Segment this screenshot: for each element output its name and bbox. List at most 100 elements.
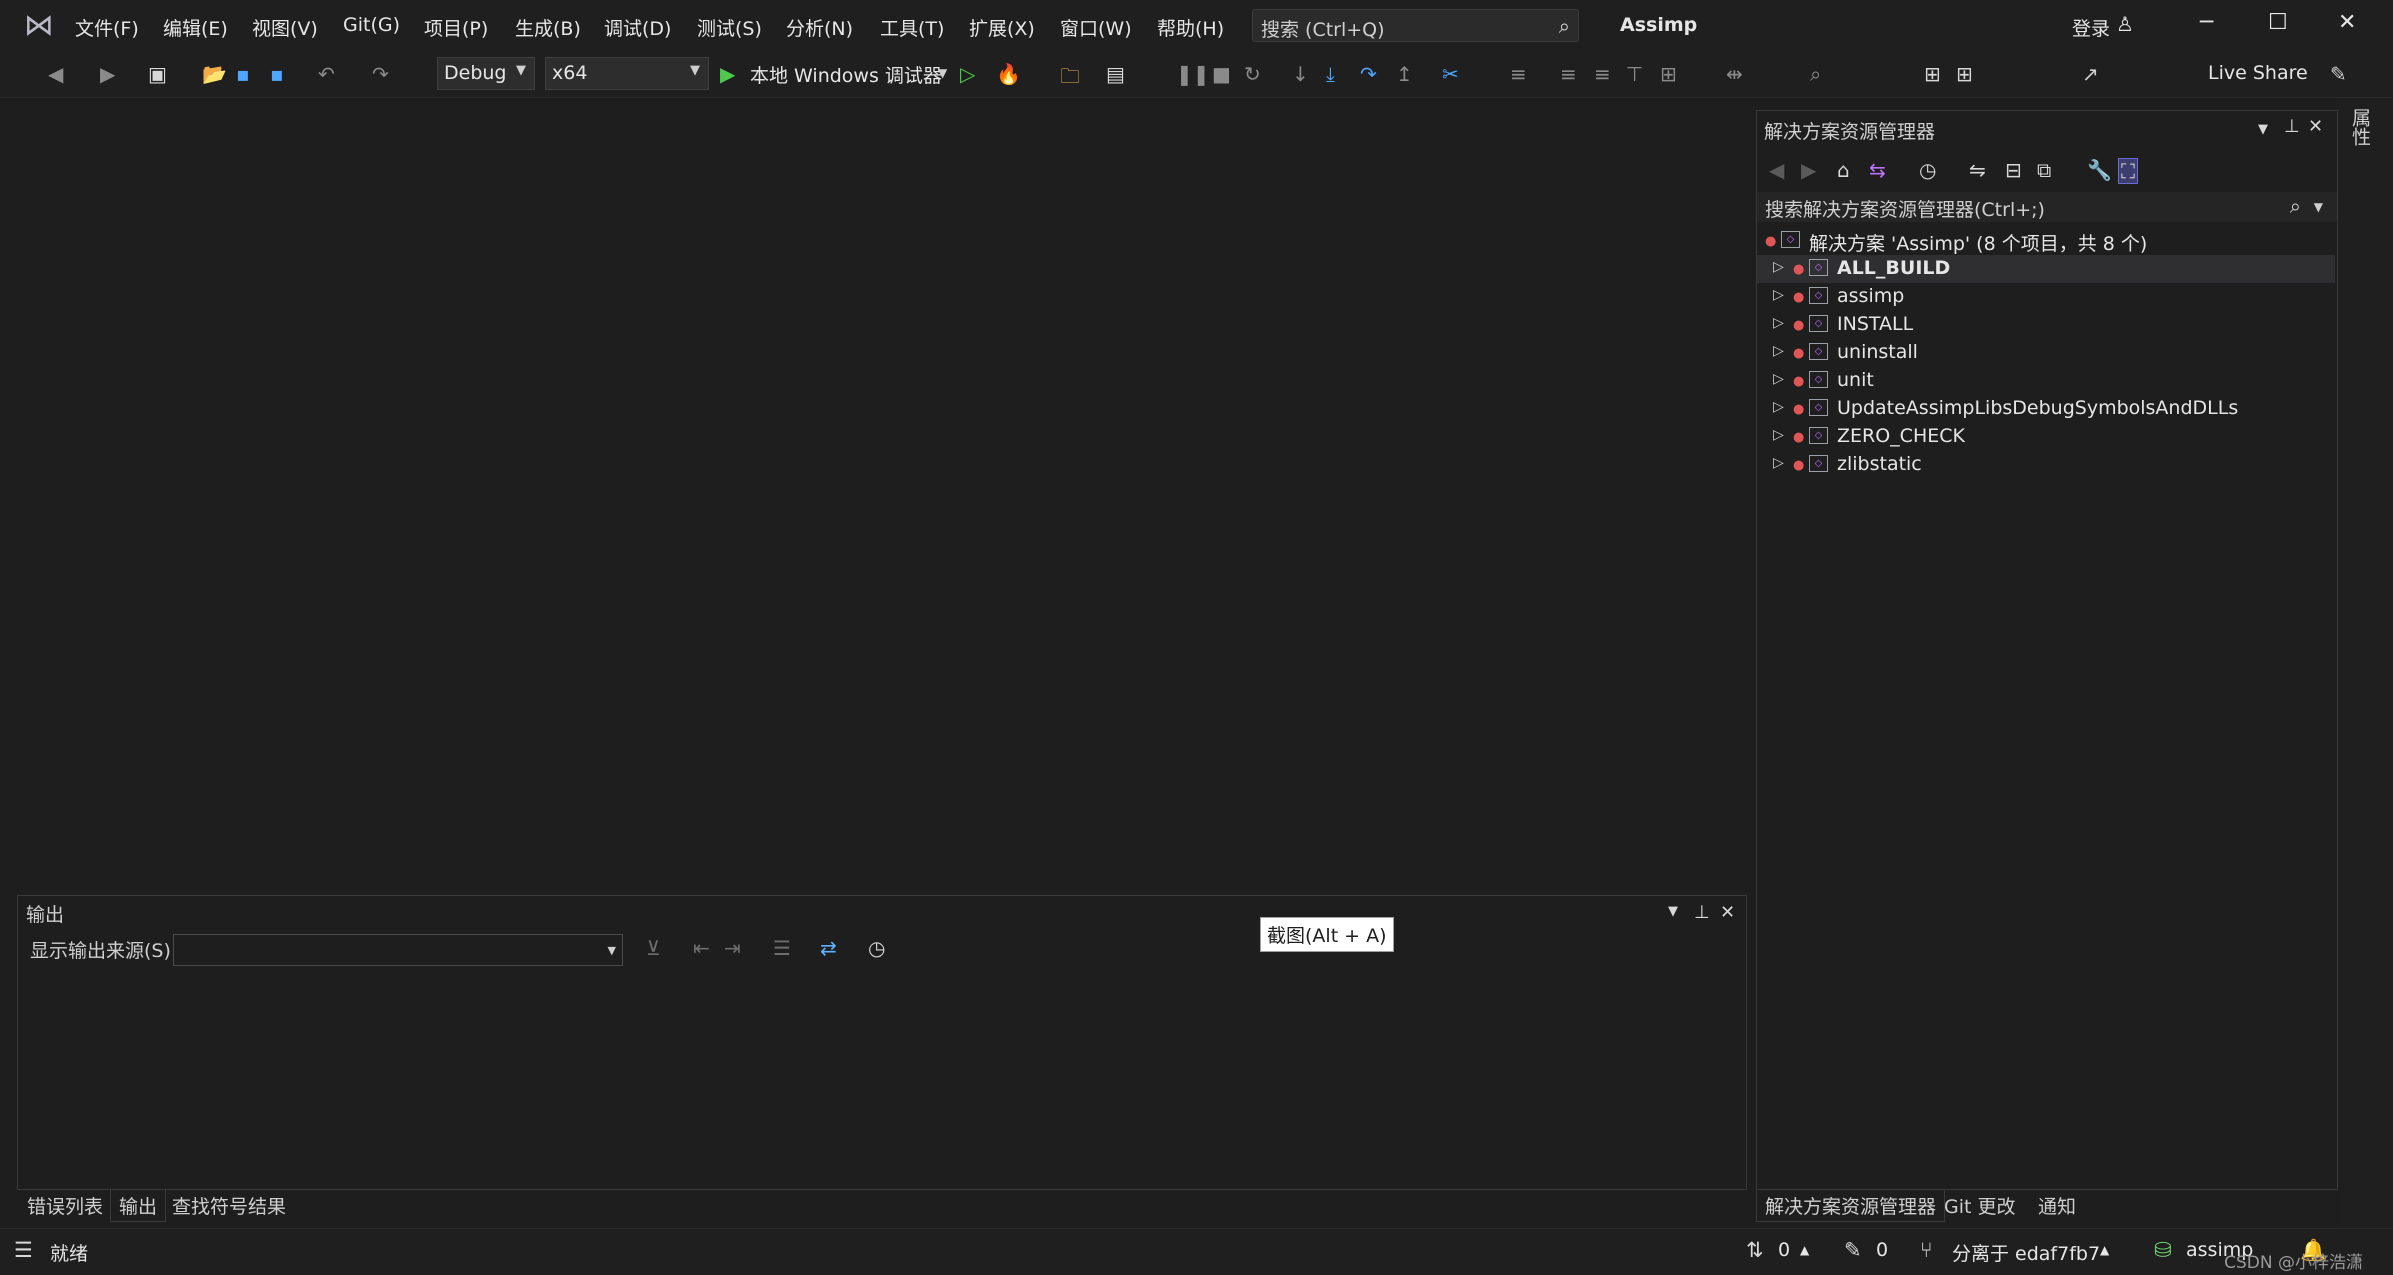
chevron-up-icon[interactable]: ▲ (2100, 1243, 2109, 1257)
account-feedback-icon[interactable]: ♙ (2116, 12, 2134, 36)
tab-output[interactable]: 输出 (110, 1190, 167, 1222)
menu-git[interactable]: Git(G) (343, 14, 400, 36)
branch-name[interactable]: 分离于 edaf7fb7 (1952, 1239, 2100, 1266)
undo-icon[interactable]: ↶ (318, 62, 335, 86)
global-search-input[interactable]: 搜索 (Ctrl+Q) ⌕ (1252, 9, 1579, 42)
breakpoint-toggle-icon[interactable]: ✂ (1442, 62, 1459, 86)
tree-row-project[interactable]: ▷ ● ◇ UpdateAssimpLibsDebugSymbolsAndDLL… (1757, 395, 2335, 423)
preview-selected-items-icon[interactable]: ⛶ (2118, 158, 2138, 184)
previous-message-icon[interactable]: ⇤ (693, 936, 710, 960)
properties-side-tab[interactable]: 属性 (2347, 108, 2374, 146)
pending-changes-filter-icon[interactable]: ◷ (1919, 158, 1936, 182)
step-into-icon[interactable]: ⤓ (1326, 62, 1335, 86)
tree-row-solution[interactable]: ● ◇ 解决方案 'Assimp' (8 个项目，共 8 个) (1757, 227, 2335, 255)
save-all-icon[interactable]: ▪ (270, 62, 284, 86)
close-icon[interactable]: ✕ (1720, 902, 1735, 923)
rebuild-icon[interactable]: ⊞ (1956, 62, 1973, 86)
show-next-statement-icon[interactable]: ↓ (1292, 62, 1309, 86)
chevron-down-icon[interactable]: ▼ (2258, 122, 2268, 137)
menu-view[interactable]: 视图(V) (252, 14, 318, 41)
expand-icon[interactable]: ▷ (1773, 287, 1784, 303)
menu-edit[interactable]: 编辑(E) (163, 14, 228, 41)
pencil-icon[interactable]: ✎ (1844, 1238, 1862, 1262)
find-message-icon[interactable]: ⊻ (646, 936, 661, 960)
build-icon[interactable]: ⊞ (1924, 62, 1941, 86)
commits-count[interactable]: 0 (1778, 1239, 1790, 1261)
feedback-icon[interactable]: ✎ (2330, 62, 2347, 86)
align-left-icon[interactable]: ≡ (1510, 62, 1527, 86)
solution-explorer-search-input[interactable]: 搜索解决方案资源管理器(Ctrl+;) ⌕ ▼ (1757, 192, 2337, 222)
open-file-icon[interactable]: 📂 (202, 62, 227, 86)
expand-icon[interactable]: ▷ (1773, 259, 1784, 275)
redo-icon[interactable]: ↷ (372, 62, 389, 86)
sync-with-active-document-icon[interactable]: ⇋ (1969, 158, 1986, 182)
tree-row-project[interactable]: ▷ ● ◇ ALL_BUILD (1757, 255, 2335, 283)
align-middle-icon[interactable]: ⊞ (1660, 62, 1677, 86)
up-down-arrows-icon[interactable]: ⇅ (1746, 1238, 1764, 1262)
zoom-icon[interactable]: ⌕ (1810, 62, 1821, 86)
live-share-icon[interactable]: ↗ (2082, 62, 2099, 86)
live-share-button[interactable]: Live Share (2208, 62, 2308, 84)
expand-icon[interactable]: ▷ (1773, 371, 1784, 387)
clear-all-icon[interactable]: ☰ (773, 936, 791, 960)
show-all-files-icon[interactable]: ⧉ (2037, 158, 2051, 182)
tree-row-project[interactable]: ▷ ● ◇ zlibstatic (1757, 451, 2335, 479)
back-icon[interactable]: ◀ (1769, 158, 1784, 182)
home-icon[interactable]: ⌂ (1837, 158, 1850, 182)
solution-explorer-folder-icon[interactable]: 🗀 (1060, 62, 1080, 96)
chevron-up-icon[interactable]: ▲ (1800, 1243, 1809, 1257)
pin-icon[interactable]: ⊥ (1694, 902, 1710, 923)
browser-link-icon[interactable]: ▤ (1106, 62, 1125, 86)
stop-icon[interactable]: ■ (1212, 62, 1231, 86)
start-without-debugging-icon[interactable]: ▷ (960, 62, 975, 86)
tree-row-project[interactable]: ▷ ● ◇ unit (1757, 367, 2335, 395)
align-right-icon[interactable]: ≡ (1594, 62, 1611, 86)
output-status-icon[interactable]: ☰ (14, 1238, 33, 1262)
expand-icon[interactable]: ▷ (1773, 315, 1784, 331)
align-top-icon[interactable]: ⊤ (1626, 62, 1643, 86)
save-icon[interactable]: ▪ (236, 62, 250, 86)
close-icon[interactable]: ✕ (2338, 10, 2356, 35)
word-wrap-icon[interactable]: ⇄ (820, 936, 837, 960)
menu-test[interactable]: 测试(S) (697, 14, 762, 41)
pause-icon[interactable]: ❚❚ (1176, 62, 1210, 86)
expand-icon[interactable]: ▷ (1773, 455, 1784, 471)
properties-wrench-icon[interactable]: 🔧 (2087, 158, 2112, 182)
horizontal-spacing-icon[interactable]: ⇹ (1726, 62, 1743, 86)
collapse-all-icon[interactable]: ⊟ (2005, 158, 2022, 182)
tab-error-list[interactable]: 错误列表 (19, 1190, 111, 1221)
forward-icon[interactable]: ▶ (1801, 158, 1816, 182)
expand-icon[interactable]: ▷ (1773, 427, 1784, 443)
restart-icon[interactable]: ↻ (1244, 62, 1261, 86)
menu-debug[interactable]: 调试(D) (604, 14, 671, 41)
align-center-icon[interactable]: ≡ (1560, 62, 1577, 86)
next-message-icon[interactable]: ⇥ (724, 936, 741, 960)
login-link[interactable]: 登录 (2072, 14, 2110, 41)
switch-views-icon[interactable]: ⇆ (1869, 158, 1886, 182)
navigate-forward-icon[interactable]: ▶ (100, 62, 115, 86)
menu-tools[interactable]: 工具(T) (880, 14, 944, 41)
menu-window[interactable]: 窗口(W) (1060, 14, 1132, 41)
menu-analyze[interactable]: 分析(N) (786, 14, 853, 41)
tree-row-project[interactable]: ▷ ● ◇ assimp (1757, 283, 2335, 311)
chevron-down-icon[interactable]: ▼ (1668, 904, 1678, 919)
pending-changes-count[interactable]: 0 (1876, 1239, 1888, 1261)
git-branch-icon[interactable]: ⑂ (1920, 1238, 1933, 1262)
menu-build[interactable]: 生成(B) (515, 14, 581, 41)
repository-icon[interactable]: ⛁ (2154, 1238, 2172, 1262)
maximize-icon[interactable]: ☐ (2268, 10, 2288, 35)
solution-configuration-select[interactable]: Debug ▼ (437, 57, 535, 90)
close-icon[interactable]: ✕ (2308, 116, 2323, 137)
chevron-down-icon[interactable]: ▼ (938, 66, 947, 80)
tree-row-project[interactable]: ▷ ● ◇ ZERO_CHECK (1757, 423, 2335, 451)
tab-git-changes[interactable]: Git 更改 (1936, 1190, 2024, 1221)
chevron-down-icon[interactable]: ▼ (2314, 200, 2323, 214)
minimize-icon[interactable]: ─ (2200, 10, 2213, 35)
expand-icon[interactable]: ▷ (1773, 399, 1784, 415)
pin-icon[interactable]: ⊥ (2284, 116, 2300, 137)
new-project-icon[interactable]: ▣ (148, 62, 167, 86)
start-debugging-icon[interactable]: ▶ (720, 62, 735, 86)
step-out-icon[interactable]: ↥ (1396, 62, 1413, 86)
hot-reload-icon[interactable]: 🔥 (996, 62, 1021, 86)
menu-help[interactable]: 帮助(H) (1157, 14, 1224, 41)
